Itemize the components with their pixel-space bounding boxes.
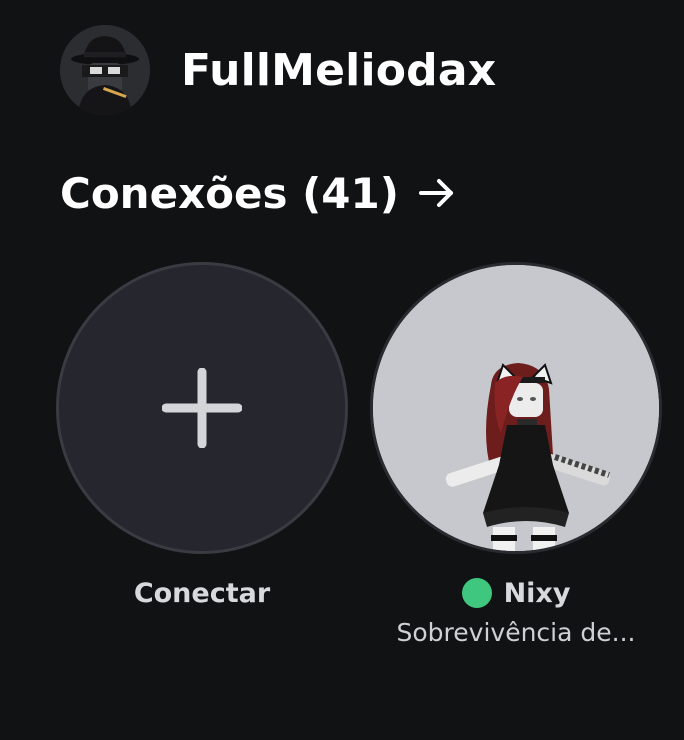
friend-name: Nixy (503, 577, 571, 609)
friend-name-row: Nixy (370, 576, 662, 610)
avatar-image (60, 25, 150, 115)
connect-button[interactable] (56, 262, 348, 554)
friend-avatar[interactable] (370, 262, 662, 554)
connections-header-link[interactable]: Conexões (41) (60, 164, 457, 222)
profile-avatar[interactable] (60, 25, 150, 115)
arrow-right-icon (418, 179, 453, 207)
profile-username: FullMeliodax (181, 45, 497, 96)
connect-label: Conectar (133, 577, 271, 609)
friend-tile[interactable]: Nixy Sobrevivência de... (370, 262, 662, 647)
plus-icon (162, 368, 242, 448)
friend-activity: Sobrevivência de... (396, 618, 636, 647)
profile-connections-screen: FullMeliodax Conexões (41) Conectar Nixy… (0, 0, 684, 740)
connect-tile[interactable]: Conectar (56, 262, 348, 610)
friend-avatar-image (373, 265, 659, 551)
connections-title: Conexões (41) (60, 168, 399, 218)
online-status-icon (461, 578, 492, 608)
